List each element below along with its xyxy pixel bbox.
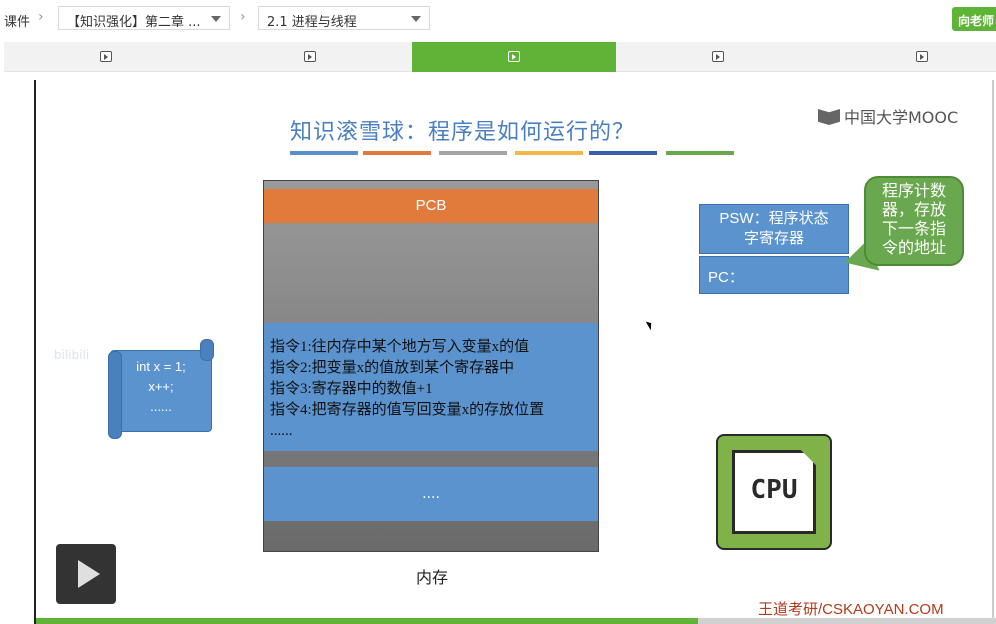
watermark: bilibili xyxy=(54,348,90,362)
instruction-line: 指令3:寄存器中的数值+1 xyxy=(270,381,433,397)
slide-title: 知识滚雪球：程序是如何运行的？ xyxy=(290,120,636,145)
mouse-cursor-icon xyxy=(645,319,655,331)
callout-line: 下一条指 xyxy=(881,221,946,238)
chevron-down-icon xyxy=(411,16,421,22)
title-color-bar xyxy=(363,151,431,155)
unit-tab-4[interactable] xyxy=(616,42,820,72)
top-bar: 课件 › 【知识强化】第二章 ... › 2.1 进程与线程 向老师 xyxy=(0,0,996,38)
progress-fill xyxy=(36,618,699,624)
lesson-select-value: 2.1 进程与线程 xyxy=(267,15,357,30)
ask-teacher-button[interactable]: 向老师 xyxy=(952,7,996,31)
play-button[interactable] xyxy=(56,544,116,604)
pcb-block: PCB xyxy=(264,189,598,223)
cpu-icon: CPU xyxy=(716,434,832,550)
instruction-line: 指令4:把寄存器的值写回变量x的存放位置 xyxy=(270,402,545,418)
unit-tab-3[interactable] xyxy=(412,42,616,72)
play-icon xyxy=(712,51,724,62)
cpu-label: CPU xyxy=(750,475,798,505)
cpu-chip: CPU xyxy=(732,450,816,534)
instruction-line: ...... xyxy=(270,423,293,439)
unit-tab-1[interactable] xyxy=(4,42,208,72)
pc-callout: 程序计数器，存放下一条指令的地址 xyxy=(864,176,964,266)
mooc-logo: 中国大学MOOC xyxy=(818,104,958,128)
title-color-bar xyxy=(290,151,358,155)
unit-tab-2[interactable] xyxy=(208,42,412,72)
chapter-select[interactable]: 【知识强化】第二章 ... xyxy=(58,6,230,30)
memory-data-block: .... xyxy=(264,467,598,521)
psw-label-line: 字寄存器 xyxy=(743,230,804,247)
title-color-bar xyxy=(666,151,734,155)
title-color-bar xyxy=(515,151,583,155)
book-icon xyxy=(818,109,840,125)
play-icon xyxy=(916,51,928,62)
page: 课件 › 【知识强化】第二章 ... › 2.1 进程与线程 向老师 知识滚雪球… xyxy=(0,0,996,624)
pc-register: PC： xyxy=(699,256,849,294)
instruction-line: 指令2:把变量x的值放到某个寄存器中 xyxy=(270,360,515,376)
memory-diagram: PCB 指令1:往内存中某个地方写入变量x的值 指令2:把变量x的值放到某个寄存… xyxy=(263,180,599,552)
code-scroll: int x = 1; x++; ...... xyxy=(108,339,214,439)
chevron-right-icon: › xyxy=(240,9,246,25)
code-line: int x = 1; xyxy=(136,359,186,374)
mooc-logo-text: 中国大学MOOC xyxy=(844,108,959,127)
play-icon xyxy=(304,51,316,62)
lesson-select[interactable]: 2.1 进程与线程 xyxy=(258,6,430,30)
play-icon xyxy=(508,51,520,62)
instruction-line: 指令1:往内存中某个地方写入变量x的值 xyxy=(270,339,530,355)
chevron-right-icon: › xyxy=(38,9,44,25)
chevron-down-icon xyxy=(211,16,221,22)
progress-bar[interactable] xyxy=(36,618,996,624)
unit-tab-5[interactable] xyxy=(820,42,996,72)
breadcrumb-courseware[interactable]: 课件 xyxy=(4,11,30,30)
callout-line: 器，存放 xyxy=(881,202,946,219)
brand-text: 王道考研/CSKAOYAN.COM xyxy=(758,601,944,618)
code-line: x++; xyxy=(148,379,174,394)
callout-line: 程序计数 xyxy=(881,183,946,200)
title-color-bar xyxy=(589,151,657,155)
play-icon xyxy=(100,51,112,62)
psw-label-line: PSW：程序状态 xyxy=(719,210,829,227)
video-player[interactable]: 知识滚雪球：程序是如何运行的？ 中国大学MOOC bilibili int x … xyxy=(34,80,996,624)
chapter-select-value: 【知识强化】第二章 ... xyxy=(67,15,201,30)
psw-register: PSW：程序状态 字寄存器 xyxy=(699,204,849,254)
unit-tabs xyxy=(4,42,996,72)
instruction-block: 指令1:往内存中某个地方写入变量x的值 指令2:把变量x的值放到某个寄存器中 指… xyxy=(264,323,598,451)
code-line: ...... xyxy=(150,399,172,414)
memory-label: 内存 xyxy=(416,570,449,587)
callout-line: 令的地址 xyxy=(881,240,946,257)
title-color-bar xyxy=(439,151,507,155)
